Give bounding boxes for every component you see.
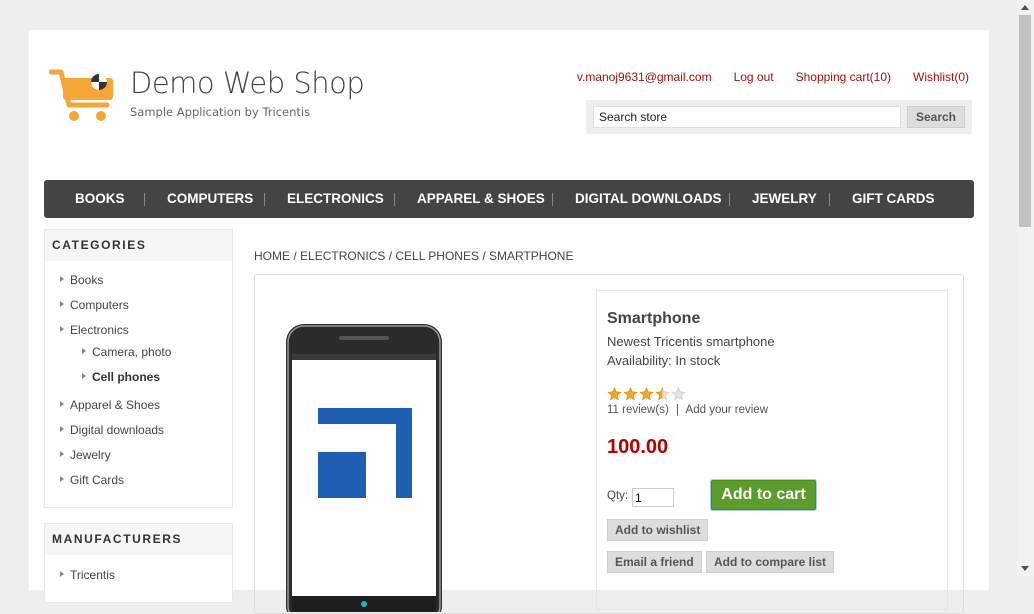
logout-link[interactable]: Log out: [734, 70, 774, 84]
reviews-link[interactable]: 11 review(s): [607, 404, 669, 416]
manufacturer-tricentis[interactable]: Tricentis: [70, 568, 115, 582]
qty-label: Qty:: [607, 490, 629, 502]
menu-item-gift-cards[interactable]: GIFT CARDS: [852, 180, 935, 218]
menu-separator: [729, 193, 730, 206]
star-icon: [655, 387, 670, 401]
rating-stars: [607, 387, 686, 401]
breadcrumb-current: SMARTPHONE: [489, 249, 574, 263]
category-gift-cards[interactable]: Gift Cards: [70, 473, 124, 487]
menu-item-electronics[interactable]: ELECTRONICS: [287, 180, 384, 218]
site-subtitle: Sample Application by Tricentis: [130, 105, 311, 119]
breadcrumb-home[interactable]: HOME: [254, 249, 290, 263]
bullet-icon: [60, 426, 64, 432]
bullet-icon: [60, 451, 64, 457]
menu-item-digital-downloads[interactable]: DIGITAL DOWNLOADS: [575, 180, 722, 218]
product-availability: Availability: In stock: [607, 353, 721, 368]
scroll-up-arrow-icon[interactable]: [1021, 5, 1029, 10]
menu-separator: [144, 193, 145, 206]
product-image[interactable]: [284, 322, 444, 612]
add-to-compare-button[interactable]: Add to compare list: [706, 551, 835, 573]
star-icon: [623, 387, 638, 401]
menu-separator: [552, 193, 553, 206]
reviews-separator: |: [675, 404, 679, 416]
category-books[interactable]: Books: [70, 273, 103, 287]
menu-separator: [394, 193, 395, 206]
bullet-icon: [60, 301, 64, 307]
add-review-link[interactable]: Add your review: [686, 404, 768, 416]
search-input[interactable]: [593, 106, 901, 128]
bullet-icon: [60, 571, 64, 577]
menu-separator: [264, 193, 265, 206]
star-icon: [607, 387, 622, 401]
bullet-icon: [60, 276, 64, 282]
search-box: Search: [586, 100, 972, 134]
search-button[interactable]: Search: [907, 106, 965, 128]
menu-item-jewelry[interactable]: JEWELRY: [752, 180, 817, 218]
site-title[interactable]: Demo Web Shop: [130, 66, 365, 100]
category-jewelry[interactable]: Jewelry: [70, 448, 111, 462]
scroll-down-arrow-icon[interactable]: [1021, 566, 1029, 571]
menu-separator: [829, 193, 830, 206]
menu-item-apparel-shoes[interactable]: APPAREL & SHOES: [417, 180, 545, 218]
category-apparel-shoes[interactable]: Apparel & Shoes: [70, 398, 160, 412]
breadcrumb: HOME / ELECTRONICS / CELL PHONES / SMART…: [254, 249, 574, 263]
categories-block: CATEGORIES: [44, 229, 233, 508]
menu-item-books[interactable]: BOOKS: [75, 180, 125, 218]
page-container: Demo Web Shop Sample Application by Tric…: [29, 30, 989, 614]
breadcrumb-electronics[interactable]: ELECTRONICS: [300, 249, 385, 263]
category-camera-photo[interactable]: Camera, photo: [92, 345, 171, 359]
bullet-icon: [82, 373, 86, 379]
top-menu: BOOKS COMPUTERS ELECTRONICS APPAREL & SH…: [44, 180, 974, 218]
category-cell-phones[interactable]: Cell phones: [92, 370, 160, 384]
header-links: v.manoj9631@gmail.com Log out Shopping c…: [577, 70, 969, 84]
bullet-icon: [60, 326, 64, 332]
star-icon: [639, 387, 654, 401]
bullet-icon: [82, 348, 86, 354]
category-digital-downloads[interactable]: Digital downloads: [70, 423, 164, 437]
wishlist-link[interactable]: Wishlist(0): [913, 70, 969, 84]
category-electronics[interactable]: Electronics: [70, 323, 129, 337]
scrollbar-thumb[interactable]: [1019, 15, 1031, 227]
manufacturers-block: MANUFACTURERS: [44, 523, 233, 603]
shopping-cart-logo-icon[interactable]: [49, 67, 115, 123]
product-short-description: Newest Tricentis smartphone: [607, 334, 775, 349]
shopping-cart-link[interactable]: Shopping cart(10): [796, 70, 891, 84]
email-friend-button[interactable]: Email a friend: [607, 551, 702, 573]
add-to-wishlist-button[interactable]: Add to wishlist: [607, 519, 709, 541]
bullet-icon: [60, 401, 64, 407]
category-computers[interactable]: Computers: [70, 298, 129, 312]
quantity-input[interactable]: [632, 488, 674, 507]
breadcrumb-cell-phones[interactable]: CELL PHONES: [395, 249, 479, 263]
page-scrollbar[interactable]: [1017, 0, 1034, 576]
star-icon: [671, 387, 686, 401]
bullet-icon: [60, 476, 64, 482]
product-price: 100.00: [607, 436, 669, 458]
reviews-line: 11 review(s) | Add your review: [607, 404, 768, 416]
categories-title: CATEGORIES: [45, 230, 232, 261]
account-link[interactable]: v.manoj9631@gmail.com: [577, 70, 712, 84]
manufacturers-title: MANUFACTURERS: [45, 524, 232, 555]
product-name: Smartphone: [607, 310, 701, 327]
add-to-cart-button[interactable]: Add to cart: [711, 480, 816, 510]
menu-item-computers[interactable]: COMPUTERS: [167, 180, 253, 218]
